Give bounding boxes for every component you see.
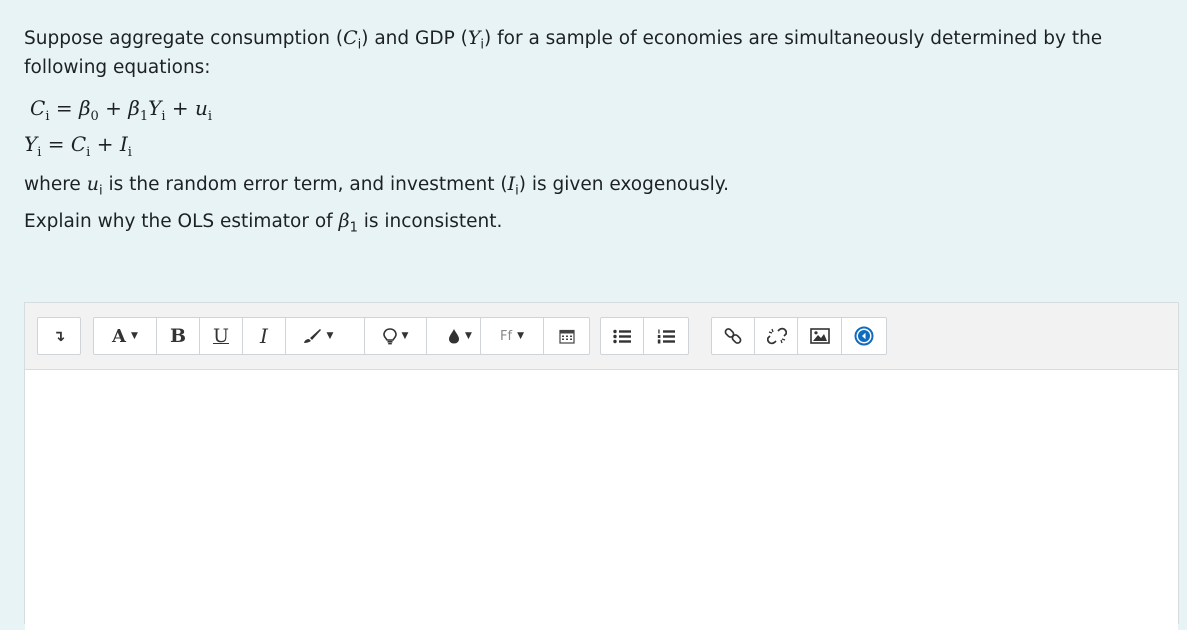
eq-y: Y: [148, 96, 162, 120]
bold-label: B: [169, 325, 187, 347]
eq-c: C: [30, 96, 46, 120]
chevron-down-icon: ▼: [326, 331, 334, 341]
eq-plus: +: [98, 96, 129, 120]
media-icon: [854, 326, 874, 346]
var-y: Y: [467, 27, 481, 49]
var-c: C: [343, 27, 358, 49]
editor-content-area[interactable]: [25, 369, 1178, 630]
toolbar-group-font: Ff ▼: [480, 317, 590, 355]
sub-0: 0: [90, 109, 99, 124]
numbered-list-button[interactable]: [644, 318, 688, 354]
underline-label: U: [212, 325, 229, 347]
font-style-dropdown[interactable]: A ▼: [94, 318, 157, 354]
image-icon: [809, 328, 830, 344]
unlink-button[interactable]: [755, 318, 799, 354]
intro-text-mid: ) and GDP (: [361, 28, 468, 49]
toolbar-group-color: ▼ ▼: [364, 317, 494, 355]
numbered-list-icon: [657, 329, 675, 343]
eq-i: I: [119, 132, 128, 156]
bullet-list-icon: [613, 329, 631, 343]
text-editor: ↴ A ▼ B U I ▼ ▼ ▼ Ff ▼: [24, 302, 1179, 630]
brush-dropdown[interactable]: ▼: [286, 318, 349, 354]
italic-button[interactable]: I: [243, 318, 286, 354]
explain-text: Explain why the OLS estimator of: [24, 211, 339, 232]
equation-consumption: Ci = β0 + β1Yi + ui: [24, 90, 1169, 126]
eq-sign: =: [49, 96, 79, 120]
media-button[interactable]: [842, 318, 886, 354]
bold-button[interactable]: B: [157, 318, 200, 354]
eq-plus: +: [90, 132, 120, 156]
lightbulb-dropdown[interactable]: ▼: [365, 318, 427, 354]
question-text: Suppose aggregate consumption (Ci) and G…: [24, 24, 1169, 236]
brush-icon: [303, 329, 321, 343]
unlink-icon: [767, 327, 787, 345]
var-u: u: [86, 173, 99, 195]
font-style-label: A: [112, 325, 127, 347]
drop-icon: [449, 329, 460, 344]
toolbar-group-media: [797, 317, 887, 355]
eq-plus: +: [165, 96, 195, 120]
calendar-icon: [558, 329, 575, 344]
italic-label: I: [260, 324, 268, 348]
question-intro: Suppose aggregate consumption (Ci) and G…: [24, 24, 1169, 82]
where-text-mid: is the random error term, and investment…: [102, 174, 508, 195]
font-family-label: Ff: [500, 328, 513, 344]
bullet-list-button[interactable]: [601, 318, 644, 354]
eq-c: C: [70, 132, 87, 156]
eq-sign: =: [41, 132, 71, 156]
chevron-down-icon: ▼: [131, 331, 138, 341]
eq-beta: β: [78, 96, 91, 120]
eq-beta: β: [128, 96, 140, 120]
sub-1: 1: [349, 220, 358, 236]
calendar-button[interactable]: [544, 318, 589, 354]
link-button[interactable]: [712, 318, 755, 354]
question-where: where ui is the random error term, and i…: [24, 170, 1169, 199]
font-family-dropdown[interactable]: Ff ▼: [481, 318, 544, 354]
chevron-down-icon: ▼: [465, 331, 472, 341]
eq-y: Y: [24, 132, 38, 156]
toolbar-group-collapse: ↴: [37, 317, 81, 355]
intro-text: Suppose aggregate consumption (: [24, 28, 344, 49]
collapse-button[interactable]: ↴: [38, 318, 80, 354]
sub-i: i: [127, 145, 132, 160]
question-explain: Explain why the OLS estimator of β1 is i…: [24, 207, 1169, 236]
equation-gdp: Yi = Ci + Ii: [24, 126, 1169, 162]
toolbar-group-lists: [600, 317, 689, 355]
where-text: where: [24, 174, 87, 195]
where-text-post: ) is given exogenously.: [518, 174, 729, 195]
explain-text-post: is inconsistent.: [357, 211, 503, 232]
editor-toolbar: ↴ A ▼ B U I ▼ ▼ ▼ Ff ▼: [25, 303, 1178, 369]
sub-i: i: [207, 109, 213, 124]
chevron-down-icon: ▼: [401, 331, 409, 341]
var-i: I: [507, 173, 516, 195]
toolbar-group-format: A ▼ B U I ▼: [93, 317, 380, 355]
underline-button[interactable]: U: [200, 318, 243, 354]
var-beta: β: [338, 210, 350, 232]
toolbar-group-links: [711, 317, 800, 355]
lightbulb-icon: [382, 327, 397, 344]
chevron-down-icon: ▼: [517, 331, 524, 341]
link-icon: [724, 328, 742, 344]
collapse-icon: ↴: [52, 327, 66, 345]
eq-u: u: [195, 96, 208, 120]
sub-1: 1: [139, 109, 149, 124]
image-button[interactable]: [798, 318, 842, 354]
